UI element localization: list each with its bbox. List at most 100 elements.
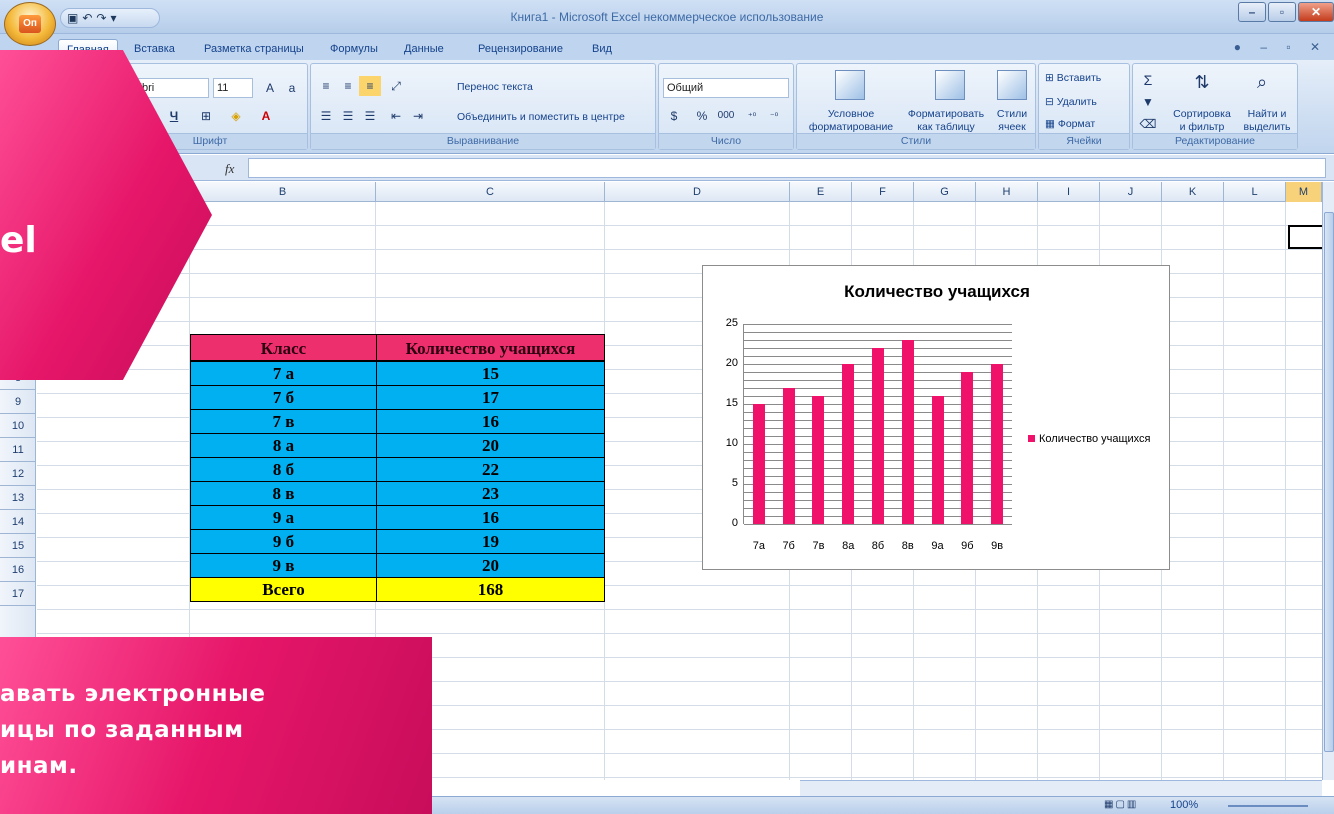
- row-header[interactable]: 17: [0, 582, 36, 606]
- align-right-icon[interactable]: ☰: [359, 106, 381, 126]
- close-button[interactable]: ✕: [1298, 2, 1334, 22]
- orientation-icon[interactable]: ⤢: [385, 76, 407, 96]
- row-header[interactable]: 12: [0, 462, 36, 486]
- tab-insert[interactable]: Вставка: [126, 39, 183, 60]
- conditional-format-icon[interactable]: [835, 70, 865, 100]
- fill-color-icon[interactable]: ◈: [225, 106, 247, 126]
- format-as-table-button[interactable]: Форматировать как таблицу: [903, 108, 989, 134]
- vertical-scrollbar[interactable]: [1322, 182, 1334, 780]
- tab-data[interactable]: Данные: [396, 39, 452, 60]
- help-icon[interactable]: ● – ▫ ✕: [1234, 40, 1328, 54]
- row-header[interactable]: 16: [0, 558, 36, 582]
- column-header[interactable]: G: [914, 182, 976, 202]
- chart-bar[interactable]: [752, 404, 765, 524]
- underline-button[interactable]: Ч: [163, 106, 185, 126]
- column-header[interactable]: L: [1224, 182, 1286, 202]
- table-cell-count[interactable]: 17: [376, 385, 605, 410]
- table-cell-class[interactable]: 8 б: [190, 457, 377, 482]
- table-cell-class[interactable]: 9 в: [190, 553, 377, 578]
- selected-cell[interactable]: [1288, 225, 1326, 249]
- find-select-button[interactable]: Найти и выделить: [1239, 108, 1295, 134]
- binoculars-icon[interactable]: ⌕: [1251, 72, 1273, 92]
- table-cell-count[interactable]: 16: [376, 505, 605, 530]
- table-cell-count[interactable]: 20: [376, 553, 605, 578]
- clear-icon[interactable]: ⌫: [1137, 114, 1159, 134]
- minimize-button[interactable]: –: [1238, 2, 1266, 22]
- column-header[interactable]: M: [1286, 182, 1322, 202]
- zoom-level[interactable]: 100%: [1170, 799, 1198, 811]
- table-cell-class[interactable]: 7 а: [190, 361, 377, 386]
- table-cell-class[interactable]: 8 в: [190, 481, 377, 506]
- table-cell-count[interactable]: 22: [376, 457, 605, 482]
- sort-filter-button[interactable]: Сортировка и фильтр: [1167, 108, 1237, 134]
- tab-formulas[interactable]: Формулы: [322, 39, 386, 60]
- grow-font-icon[interactable]: A: [259, 78, 281, 98]
- align-center-icon[interactable]: ☰: [337, 106, 359, 126]
- chart-bar[interactable]: [931, 396, 944, 524]
- align-left-icon[interactable]: ☰: [315, 106, 337, 126]
- chart-bar[interactable]: [991, 364, 1004, 524]
- column-header[interactable]: C: [376, 182, 605, 202]
- column-header[interactable]: I: [1038, 182, 1100, 202]
- percent-button[interactable]: %: [691, 106, 713, 126]
- shrink-font-icon[interactable]: a: [281, 78, 303, 98]
- tab-review[interactable]: Рецензирование: [470, 39, 571, 60]
- column-header[interactable]: B: [190, 182, 376, 202]
- currency-icon[interactable]: $: [663, 106, 685, 126]
- table-cell-class[interactable]: 8 а: [190, 433, 377, 458]
- fill-icon[interactable]: ▼: [1137, 92, 1159, 112]
- insert-function-icon[interactable]: fx: [225, 161, 234, 177]
- table-cell-class[interactable]: 9 а: [190, 505, 377, 530]
- tab-page-layout[interactable]: Разметка страницы: [196, 39, 312, 60]
- table-header-count[interactable]: Количество учащихся: [376, 334, 605, 361]
- wrap-text-button[interactable]: Перенос текста: [457, 81, 533, 94]
- table-cell-count[interactable]: 15: [376, 361, 605, 386]
- font-size-select[interactable]: 11: [213, 78, 253, 98]
- table-cell-count[interactable]: 23: [376, 481, 605, 506]
- row-header[interactable]: 14: [0, 510, 36, 534]
- table-cell-count[interactable]: 16: [376, 409, 605, 434]
- table-cell-class[interactable]: 7 б: [190, 385, 377, 410]
- chart-bar[interactable]: [812, 396, 825, 524]
- insert-button[interactable]: ⊞ Вставить: [1045, 72, 1101, 85]
- row-header[interactable]: 9: [0, 390, 36, 414]
- chart-bar[interactable]: [842, 364, 855, 524]
- merge-center-button[interactable]: Объединить и поместить в центре: [457, 111, 625, 124]
- column-header[interactable]: J: [1100, 182, 1162, 202]
- align-middle-icon[interactable]: ≡: [337, 76, 359, 96]
- row-header[interactable]: 10: [0, 414, 36, 438]
- decrease-indent-icon[interactable]: ⇤: [385, 106, 407, 126]
- increase-indent-icon[interactable]: ⇥: [407, 106, 429, 126]
- borders-icon[interactable]: ⊞: [195, 106, 217, 126]
- maximize-button[interactable]: ▫: [1268, 2, 1296, 22]
- scroll-thumb[interactable]: [1324, 212, 1334, 752]
- column-header[interactable]: K: [1162, 182, 1224, 202]
- zoom-slider[interactable]: [1228, 805, 1308, 807]
- autosum-icon[interactable]: Σ: [1137, 70, 1159, 90]
- row-header[interactable]: 13: [0, 486, 36, 510]
- table-cell-count[interactable]: 20: [376, 433, 605, 458]
- view-buttons[interactable]: ▦▢▥: [1104, 799, 1138, 810]
- tab-view[interactable]: Вид: [584, 39, 620, 60]
- office-button[interactable]: Оп: [4, 2, 56, 46]
- table-cell-class[interactable]: 9 б: [190, 529, 377, 554]
- cell-styles-button[interactable]: Стили ячеек: [991, 108, 1033, 134]
- font-color-icon[interactable]: A: [255, 106, 277, 126]
- delete-button[interactable]: ⊟ Удалить: [1045, 96, 1097, 109]
- table-cell-count[interactable]: 19: [376, 529, 605, 554]
- cell-styles-icon[interactable]: [997, 70, 1027, 100]
- decrease-decimal-icon[interactable]: ⁻⁰: [763, 106, 785, 126]
- increase-decimal-icon[interactable]: ⁺⁰: [741, 106, 763, 126]
- row-header[interactable]: 11: [0, 438, 36, 462]
- table-header-class[interactable]: Класс: [190, 334, 377, 361]
- table-cell-class[interactable]: 7 в: [190, 409, 377, 434]
- column-header[interactable]: H: [976, 182, 1038, 202]
- bar-chart[interactable]: Количество учащихся 0 5 10 15 20 25 7а 7б 7в 8а 8б…: [702, 265, 1170, 570]
- number-format-select[interactable]: Общий: [663, 78, 789, 98]
- format-as-table-icon[interactable]: [935, 70, 965, 100]
- horizontal-scrollbar[interactable]: [800, 780, 1322, 796]
- chart-bar[interactable]: [961, 372, 974, 524]
- chart-bar[interactable]: [901, 340, 914, 524]
- row-header[interactable]: 15: [0, 534, 36, 558]
- column-header[interactable]: E: [790, 182, 852, 202]
